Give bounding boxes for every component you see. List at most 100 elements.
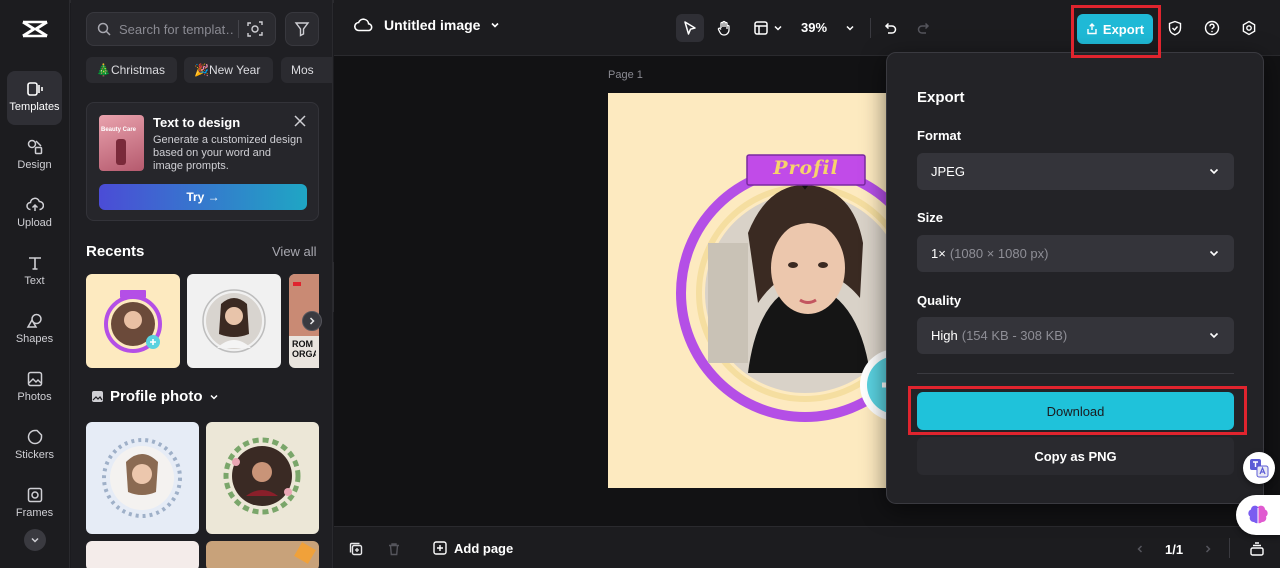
design-icon bbox=[27, 139, 42, 155]
nav-text[interactable]: Text bbox=[7, 245, 62, 299]
translate-button[interactable] bbox=[1243, 452, 1275, 484]
prev-page-button[interactable] bbox=[1126, 535, 1154, 563]
ai-assistant-button[interactable] bbox=[1236, 495, 1280, 535]
profile-template-1[interactable] bbox=[86, 422, 199, 534]
layout-menu-button[interactable] bbox=[748, 14, 788, 42]
undo-button[interactable] bbox=[876, 14, 904, 42]
quality-select[interactable]: High (154 KB - 308 KB) bbox=[917, 317, 1234, 354]
zoom-menu-button[interactable] bbox=[836, 14, 864, 42]
nav-text-label: Text bbox=[24, 275, 45, 287]
profile-photo-header[interactable]: Profile photo bbox=[91, 388, 219, 405]
shapes-icon bbox=[26, 313, 42, 328]
nav-templates[interactable]: Templates bbox=[7, 71, 62, 125]
duplicate-page-button[interactable] bbox=[342, 535, 370, 563]
add-page-button[interactable]: Add page bbox=[432, 540, 513, 556]
photos-icon bbox=[27, 371, 42, 387]
nav-upload-label: Upload bbox=[17, 217, 52, 229]
frames-icon bbox=[27, 487, 42, 503]
recents-title: Recents bbox=[86, 243, 145, 260]
export-popover: Export Format JPEG Size 1× (1080 × 1080 … bbox=[886, 52, 1264, 504]
nav-upload[interactable]: Upload bbox=[7, 187, 62, 241]
view-all-link[interactable]: View all bbox=[272, 244, 317, 259]
help-button[interactable] bbox=[1198, 14, 1226, 42]
stickers-icon bbox=[27, 429, 42, 445]
nav-stickers[interactable]: Stickers bbox=[7, 419, 62, 473]
upload-icon bbox=[25, 197, 44, 211]
recent-template-1[interactable] bbox=[86, 274, 180, 368]
toolbar-divider bbox=[870, 18, 871, 38]
close-icon[interactable] bbox=[294, 115, 306, 127]
profile-template-1-preview bbox=[102, 438, 182, 518]
chevron-right-icon bbox=[1205, 545, 1211, 553]
settings-button[interactable] bbox=[1235, 14, 1263, 42]
export-divider bbox=[917, 373, 1234, 374]
pages-panel-button[interactable] bbox=[1243, 535, 1271, 563]
profile-template-2[interactable] bbox=[206, 422, 319, 534]
gear-icon bbox=[1242, 20, 1256, 36]
search-icon bbox=[97, 22, 111, 36]
chevron-down-icon bbox=[774, 25, 782, 31]
nav-more-button[interactable] bbox=[24, 529, 46, 551]
document-title[interactable]: Untitled image bbox=[354, 17, 500, 33]
lipstick-graphic bbox=[116, 139, 126, 165]
layout-icon bbox=[754, 21, 768, 35]
copy-as-png-button[interactable]: Copy as PNG bbox=[917, 437, 1234, 475]
template-search bbox=[86, 12, 276, 46]
next-page-button[interactable] bbox=[1194, 535, 1222, 563]
search-divider bbox=[238, 20, 239, 38]
pages-icon bbox=[1250, 542, 1264, 556]
shield-icon bbox=[1168, 20, 1182, 36]
format-select[interactable]: JPEG bbox=[917, 153, 1234, 190]
filter-button[interactable] bbox=[285, 12, 319, 46]
select-tool-button[interactable] bbox=[676, 14, 704, 42]
bottom-toolbar: Add page 1/1 bbox=[334, 526, 1280, 568]
promo-title: Text to design bbox=[153, 115, 241, 130]
quality-label: Quality bbox=[917, 293, 962, 308]
profile-template-3[interactable] bbox=[86, 541, 199, 568]
size-label: Size bbox=[917, 210, 944, 225]
nav-frames[interactable]: Frames bbox=[7, 477, 62, 531]
nav-shapes-label: Shapes bbox=[15, 333, 54, 345]
left-nav-rail: Templates Design Upload Text Shapes Phot… bbox=[0, 0, 70, 568]
text-to-design-card: Beauty Care Text to design Generate a cu… bbox=[86, 102, 319, 221]
profile-photo-title: Profile photo bbox=[110, 388, 203, 405]
add-page-label: Add page bbox=[454, 540, 514, 556]
chevron-right-icon bbox=[309, 317, 315, 325]
profile-template-4[interactable] bbox=[206, 541, 319, 568]
nav-design[interactable]: Design bbox=[7, 129, 62, 183]
size-select[interactable]: 1× (1080 × 1080 px) bbox=[917, 235, 1234, 272]
trash-icon bbox=[389, 543, 399, 556]
recent-template-2[interactable] bbox=[187, 274, 281, 368]
leaf-graphic bbox=[294, 542, 316, 564]
translate-icon bbox=[1250, 459, 1269, 478]
promo-description: Generate a customized design based on yo… bbox=[153, 134, 303, 172]
document-title-text: Untitled image bbox=[384, 17, 481, 33]
nav-photos[interactable]: Photos bbox=[7, 361, 62, 415]
search-input[interactable] bbox=[119, 21, 234, 37]
hand-tool-button[interactable] bbox=[710, 14, 738, 42]
nav-photos-label: Photos bbox=[17, 391, 52, 403]
templates-panel: 🎄Christmas 🎉New Year Mos Beauty Care Tex… bbox=[71, 0, 333, 568]
zoom-level[interactable]: 39% bbox=[801, 20, 827, 35]
redo-icon bbox=[917, 22, 930, 34]
filter-icon bbox=[294, 22, 310, 37]
cloud-icon bbox=[354, 18, 373, 32]
page-count: 1/1 bbox=[1165, 542, 1184, 557]
nav-templates-label: Templates bbox=[9, 101, 60, 113]
image-search-icon[interactable] bbox=[247, 21, 263, 37]
delete-page-button[interactable] bbox=[380, 535, 408, 563]
try-button[interactable]: Try → bbox=[99, 184, 307, 210]
quality-value: High bbox=[931, 328, 958, 343]
chip-christmas[interactable]: 🎄Christmas bbox=[86, 57, 177, 83]
chevron-down-icon bbox=[1209, 332, 1219, 339]
nav-shapes[interactable]: Shapes bbox=[7, 303, 62, 357]
redo-button[interactable] bbox=[910, 14, 938, 42]
nav-design-label: Design bbox=[17, 159, 52, 171]
chip-new-year[interactable]: 🎉New Year bbox=[184, 57, 273, 83]
chip-more[interactable]: Mos bbox=[281, 57, 332, 83]
bottombar-divider bbox=[1229, 538, 1230, 558]
chevron-down-icon bbox=[491, 22, 500, 28]
recents-next-button[interactable] bbox=[302, 311, 322, 331]
shield-button[interactable] bbox=[1161, 14, 1189, 42]
chevron-down-icon bbox=[31, 537, 39, 543]
